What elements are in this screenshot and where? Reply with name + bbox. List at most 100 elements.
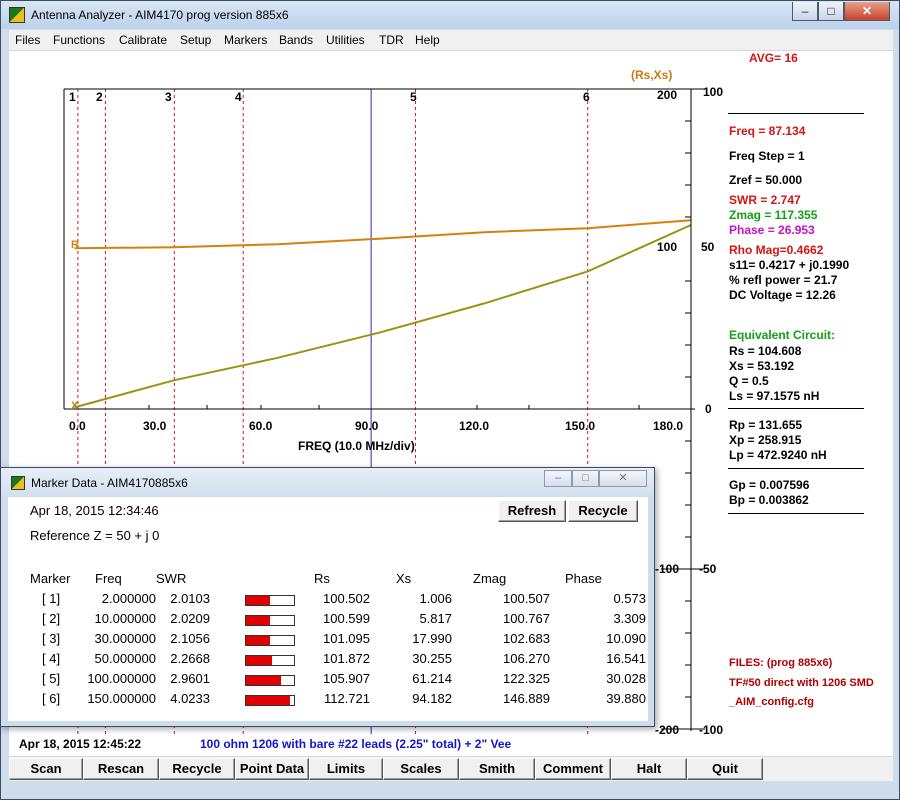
row-zmag: 100.507: [503, 591, 550, 606]
close-button[interactable]: ✕: [844, 2, 890, 21]
zmag-readout: Zmag = 117.355: [729, 208, 818, 222]
header-phase: Phase: [565, 571, 602, 586]
y2-tick-label: -50: [699, 562, 717, 576]
row-xs: 5.817: [419, 611, 452, 626]
y-tick-label: 200: [657, 88, 677, 102]
maximize-button[interactable]: □: [818, 2, 844, 21]
swr-bar-fill: [246, 676, 281, 685]
button-bar: Scan Rescan Recycle Point Data Limits Sc…: [9, 757, 893, 781]
dialog-minimize-button[interactable]: –: [544, 470, 572, 487]
row-freq: 50.000000: [94, 651, 156, 666]
dialog-title-bar[interactable]: Marker Data - AIM4170885x6 – □ ✕: [1, 468, 654, 496]
x-tick-label: 180.0: [653, 419, 683, 433]
equiv-circuit-title: Equivalent Circuit:: [729, 328, 836, 342]
ls-readout: Ls = 97.1575 nH: [729, 389, 820, 403]
swr-bar: [245, 595, 295, 606]
dialog-maximize-button[interactable]: □: [572, 470, 599, 487]
halt-button[interactable]: Halt: [611, 758, 687, 780]
row-rs: 101.095: [323, 631, 370, 646]
smith-button[interactable]: Smith: [459, 758, 535, 780]
row-marker: [ 2]: [42, 611, 61, 626]
minimize-button[interactable]: –: [792, 2, 818, 21]
readout-divider: [728, 113, 864, 114]
menu-files[interactable]: Files: [15, 33, 40, 47]
recycle-dialog-button[interactable]: Recycle: [568, 500, 638, 522]
rs-readout: Rs = 104.608: [729, 344, 802, 358]
marker-label: 5: [410, 90, 417, 104]
swr-bar-fill: [246, 616, 270, 625]
swr-bar-fill: [246, 656, 273, 665]
table-row: [ 5] 100.000000 2.9601 105.907 61.214 122.325…: [8, 671, 648, 691]
window-title: Antenna Analyzer - AIM4170 prog version …: [31, 8, 289, 22]
swr-bar-fill: [246, 636, 270, 645]
comment-button[interactable]: Comment: [535, 758, 611, 780]
x-tick-label: 90.0: [355, 419, 379, 433]
avg-readout: AVG= 16: [749, 51, 798, 65]
rp-readout: Rp = 131.655: [729, 418, 803, 432]
row-xs: 94.182: [412, 691, 452, 706]
bp-readout: Bp = 0.003862: [729, 493, 809, 507]
table-header: Marker Freq SWR Rs Xs Zmag Phase: [8, 571, 648, 591]
recycle-button[interactable]: Recycle: [159, 758, 235, 780]
row-phase: 16.541: [606, 651, 646, 666]
row-zmag: 100.767: [503, 611, 550, 626]
status-bar: Apr 18, 2015 12:45:22 100 ohm 1206 with …: [9, 734, 893, 756]
row-swr: 2.2668: [170, 651, 210, 666]
freq-readout: Freq = 87.134: [729, 124, 806, 138]
zref-readout: Zref = 50.000: [729, 173, 803, 187]
dialog-body: Apr 18, 2015 12:34:46 Refresh Recycle Re…: [8, 497, 648, 721]
phase-readout: Phase = 26.953: [729, 223, 815, 237]
marker-label: 4: [235, 90, 242, 104]
menu-bands[interactable]: Bands: [279, 33, 313, 47]
xs-readout: Xs = 53.192: [729, 359, 795, 373]
swr-bar-fill: [246, 696, 291, 705]
xp-readout: Xp = 258.915: [729, 433, 802, 447]
table-row: [ 2] 10.000000 2.0209 100.599 5.817 100.767 3.…: [8, 611, 648, 631]
row-rs: 100.599: [323, 611, 370, 626]
menu-functions[interactable]: Functions: [53, 33, 105, 47]
header-swr: SWR: [156, 571, 187, 586]
freq-step-readout: Freq Step = 1: [729, 149, 805, 163]
x-tick-label: 60.0: [249, 419, 273, 433]
menu-utilities[interactable]: Utilities: [326, 33, 365, 47]
table-row: [ 1] 2.000000 2.0103 100.502 1.006 100.507 0.5…: [8, 591, 648, 611]
status-note[interactable]: 100 ohm 1206 with bare #22 leads (2.25" …: [200, 737, 511, 751]
dialog-close-button[interactable]: ✕: [599, 470, 647, 487]
table-row: [ 6] 150.000000 4.0233 112.721 94.182 146.889…: [8, 691, 648, 711]
rescan-button[interactable]: Rescan: [83, 758, 159, 780]
menu-markers[interactable]: Markers: [224, 33, 267, 47]
row-swr: 2.9601: [170, 671, 210, 686]
scales-button[interactable]: Scales: [383, 758, 459, 780]
menu-help[interactable]: Help: [415, 33, 440, 47]
lp-readout: Lp = 472.9240 nH: [729, 448, 827, 462]
header-marker: Marker: [30, 571, 71, 586]
limits-button[interactable]: Limits: [309, 758, 383, 780]
menu-setup[interactable]: Setup: [180, 33, 211, 47]
rs-xs-label: (Rs,Xs): [631, 68, 673, 82]
marker-label: 3: [165, 90, 172, 104]
menu-tdr[interactable]: TDR: [379, 33, 404, 47]
quit-button[interactable]: Quit: [687, 758, 763, 780]
y-tick-label: 100: [657, 240, 677, 254]
x-tick-label: 0.0: [69, 419, 86, 433]
menu-calibrate[interactable]: Calibrate: [119, 33, 167, 47]
row-swr: 2.0103: [170, 591, 210, 606]
row-swr: 2.1056: [170, 631, 210, 646]
title-bar[interactable]: Antenna Analyzer - AIM4170 prog version …: [1, 1, 899, 29]
rho-readout: Rho Mag=0.4662: [729, 243, 824, 257]
xs-series-line: [74, 224, 692, 409]
refresh-button[interactable]: Refresh: [498, 500, 566, 522]
header-freq: Freq: [95, 571, 122, 586]
row-phase: 39.880: [606, 691, 646, 706]
row-marker: [ 6]: [42, 691, 61, 706]
dialog-title: Marker Data - AIM4170885x6: [31, 476, 188, 490]
swr-bar: [245, 675, 295, 686]
point-data-button[interactable]: Point Data: [235, 758, 309, 780]
row-freq: 2.000000: [101, 591, 156, 606]
row-xs: 1.006: [419, 591, 452, 606]
gp-readout: Gp = 0.007596: [729, 478, 810, 492]
scan-button[interactable]: Scan: [9, 758, 83, 780]
files-name: TF#50 direct with 1206 SMD: [729, 677, 874, 689]
dialog-date: Apr 18, 2015 12:34:46: [30, 503, 159, 518]
row-rs: 101.872: [323, 651, 370, 666]
